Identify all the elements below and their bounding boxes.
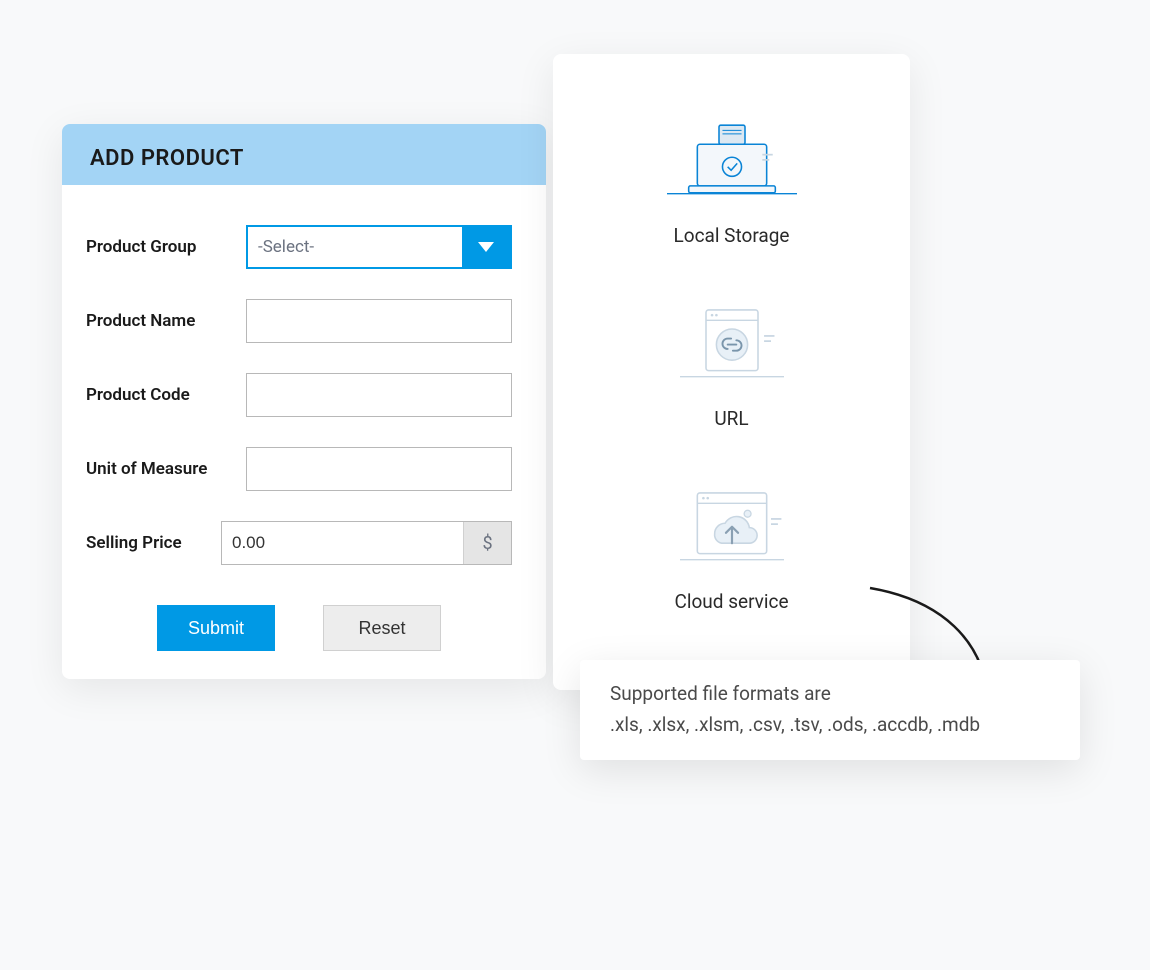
label-selling-price: Selling Price [86,533,221,553]
sources-card: Local Storage URL [553,54,910,690]
submit-button[interactable]: Submit [157,605,275,651]
label-unit-of-measure: Unit of Measure [86,459,246,479]
chevron-down-icon [478,242,494,252]
product-group-select[interactable]: -Select- [246,225,512,269]
source-cloud[interactable]: Cloud service [573,480,890,613]
reset-button[interactable]: Reset [323,605,441,651]
currency-symbol: $ [463,522,511,564]
formats-list: .xls, .xlsx, .xlsm, .csv, .tsv, .ods, .a… [610,713,1050,736]
cloud-upload-icon [667,480,797,570]
selling-price-input[interactable] [222,522,463,564]
local-storage-icon [667,114,797,204]
add-product-card: ADD PRODUCT Product Group -Select- Produ… [62,124,546,679]
label-product-code: Product Code [86,385,246,405]
row-product-group: Product Group -Select- [86,225,512,269]
form-header: ADD PRODUCT [62,124,546,185]
row-unit-of-measure: Unit of Measure [86,447,512,491]
formats-title: Supported file formats are [610,682,1050,705]
source-url[interactable]: URL [573,297,890,430]
source-label-local: Local Storage [674,224,790,247]
source-local-storage[interactable]: Local Storage [573,114,890,247]
url-icon [667,297,797,387]
label-product-group: Product Group [86,237,246,257]
supported-formats-card: Supported file formats are .xls, .xlsx, … [580,660,1080,760]
row-selling-price: Selling Price $ [86,521,512,565]
label-product-name: Product Name [86,311,246,331]
dropdown-button[interactable] [462,227,510,267]
selling-price-field: $ [221,521,512,565]
form-body: Product Group -Select- Product Name Prod… [62,185,546,679]
row-product-code: Product Code [86,373,512,417]
form-buttons: Submit Reset [86,605,512,651]
product-name-input[interactable] [246,299,512,343]
source-label-url: URL [714,407,748,430]
form-title: ADD PRODUCT [90,146,518,171]
product-code-input[interactable] [246,373,512,417]
source-label-cloud: Cloud service [674,590,788,613]
row-product-name: Product Name [86,299,512,343]
unit-of-measure-input[interactable] [246,447,512,491]
product-group-placeholder: -Select- [248,227,462,267]
